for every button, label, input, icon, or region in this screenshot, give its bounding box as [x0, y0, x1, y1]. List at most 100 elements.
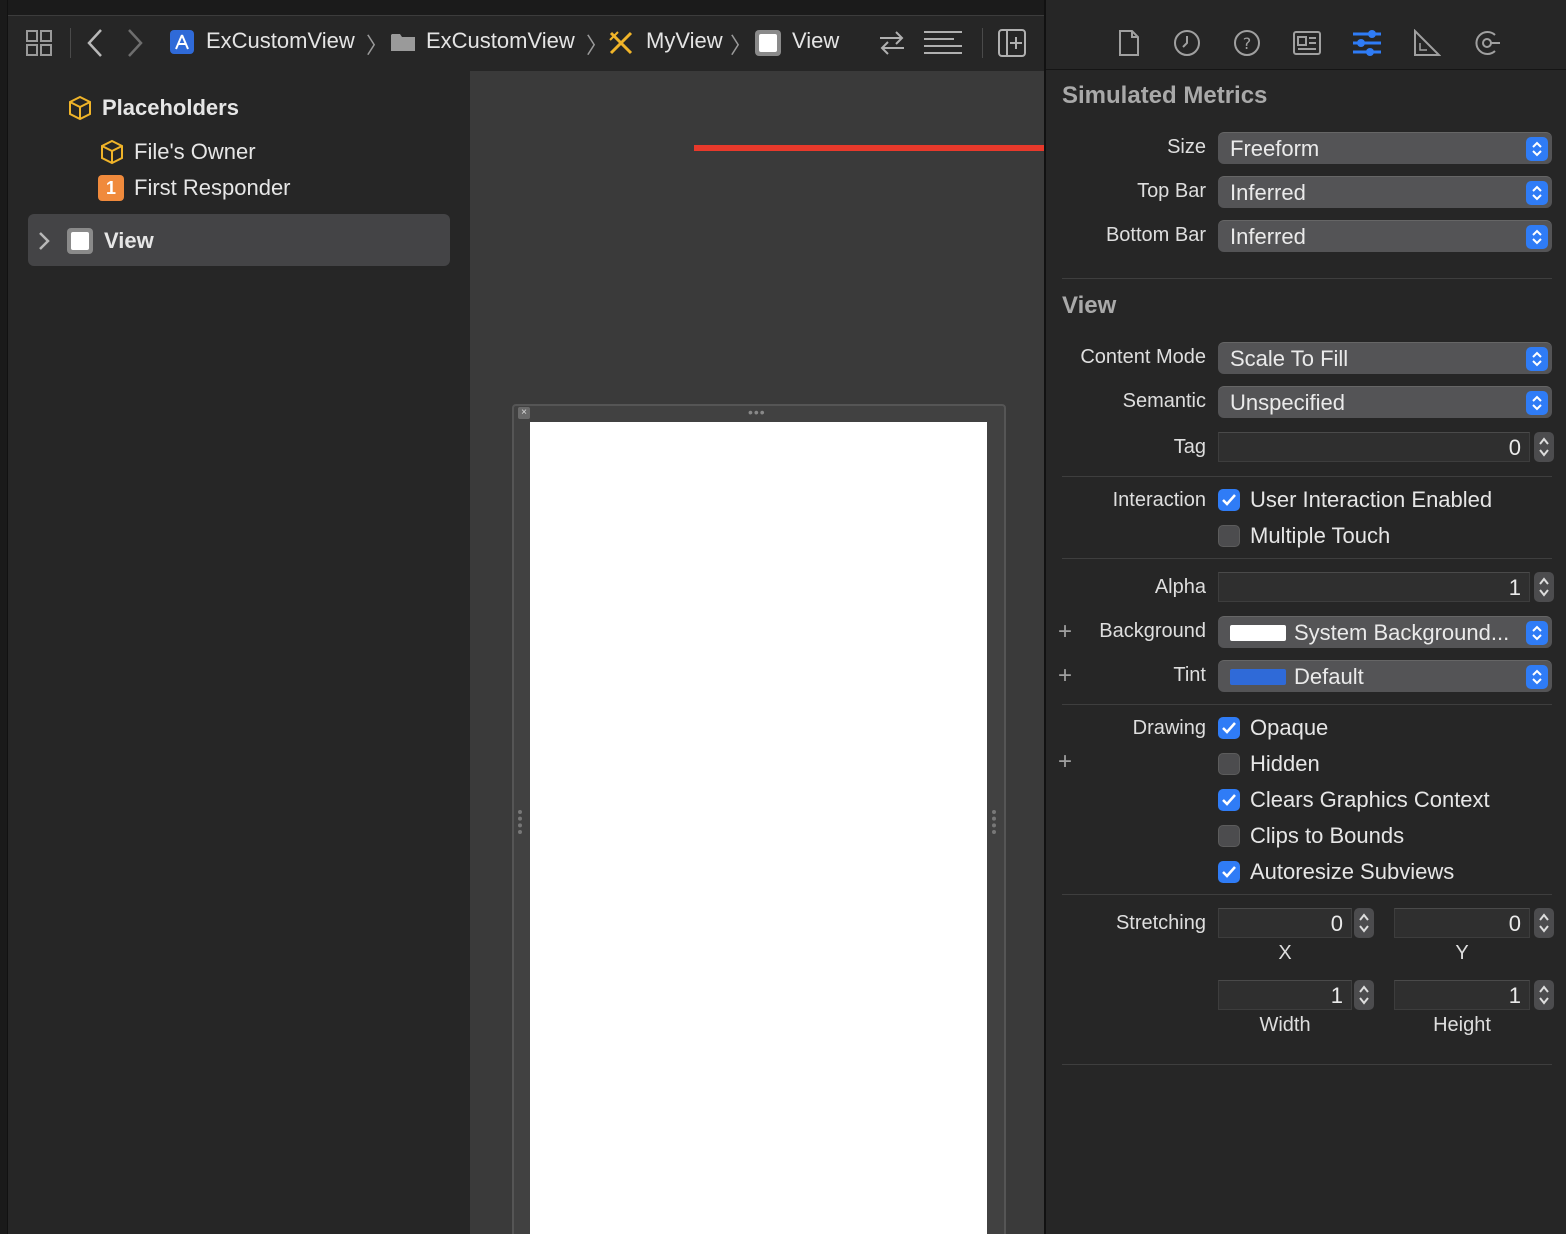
semantic-popup[interactable]: Unspecified [1218, 386, 1552, 418]
top-bar-label: Top Bar [1137, 180, 1206, 202]
stretch-height-label: Height [1433, 1014, 1491, 1036]
popup-chevron-icon [1526, 621, 1548, 645]
autoresize-checkbox[interactable] [1218, 861, 1240, 883]
breadcrumb-item-project[interactable]: ExCustomView [206, 26, 355, 56]
add-variation-icon[interactable]: + [1058, 748, 1072, 776]
stretch-width-stepper-icon[interactable] [1354, 980, 1374, 1010]
background-label: Background [1099, 620, 1206, 642]
xcode-app-icon [170, 30, 194, 54]
chevron-right-icon: 〉 [366, 33, 389, 58]
first-responder-label: First Responder [134, 175, 291, 200]
editor-top-strip [0, 0, 1044, 16]
lines-menu-icon[interactable] [924, 30, 962, 56]
add-editor-icon[interactable] [998, 29, 1026, 57]
view-icon [754, 29, 782, 57]
clips-to-bounds-checkbox[interactable] [1218, 825, 1240, 847]
breadcrumb-item-file[interactable]: MyView [646, 26, 723, 56]
opaque-checkbox[interactable] [1218, 717, 1240, 739]
content-mode-label: Content Mode [1080, 346, 1206, 368]
xib-file-icon [608, 30, 634, 56]
stretch-x-field[interactable]: 0 [1218, 908, 1352, 938]
stretch-x-value: 0 [1330, 911, 1343, 936]
attributes-inspector: ? Simulated Metrics Size Freeform Top Ba… [1044, 0, 1566, 1234]
editor-area: ExCustomView 〉 ExCustomView 〉 MyView 〉 V… [0, 0, 1154, 1234]
breadcrumb-item-view[interactable]: View [792, 26, 839, 56]
tint-popup[interactable]: Default [1218, 660, 1552, 692]
first-responder-icon: 1 [98, 175, 124, 201]
help-icon[interactable]: ? [1230, 26, 1264, 60]
resize-handle-icon[interactable] [992, 810, 996, 834]
semantic-value: Unspecified [1230, 389, 1345, 415]
stretch-x-stepper-icon[interactable] [1354, 908, 1374, 938]
background-value: System Background... [1294, 619, 1510, 645]
clears-graphics-checkbox[interactable] [1218, 789, 1240, 811]
outline-files-owner[interactable]: File's Owner [100, 139, 256, 165]
stretch-y-field[interactable]: 0 [1394, 908, 1530, 938]
tag-label: Tag [1173, 436, 1206, 458]
size-popup[interactable]: Freeform [1218, 132, 1552, 164]
popup-chevron-icon [1526, 181, 1548, 205]
bottom-bar-value: Inferred [1230, 223, 1306, 249]
grid-icon[interactable] [26, 30, 52, 56]
view-section-title: View [1062, 292, 1117, 319]
popup-chevron-icon [1526, 225, 1548, 249]
view-content[interactable] [530, 422, 987, 1234]
autoresize-label: Autoresize Subviews [1250, 859, 1455, 884]
popup-chevron-icon [1526, 391, 1548, 415]
forward-chevron-icon[interactable] [126, 28, 144, 58]
chevron-right-icon: 〉 [586, 33, 609, 58]
outline-view[interactable]: View [38, 227, 154, 255]
document-outline: Placeholders File's Owner 1 First Respon… [8, 71, 470, 1234]
bottom-bar-label: Bottom Bar [1105, 224, 1206, 246]
tag-field[interactable]: 0 [1218, 432, 1530, 462]
tint-label: Tint [1173, 664, 1206, 686]
stretch-x-label: X [1278, 942, 1292, 964]
background-popup[interactable]: System Background... [1218, 616, 1552, 648]
attributes-icon[interactable] [1350, 26, 1384, 60]
view-icon [66, 227, 94, 255]
semantic-label: Semantic [1122, 390, 1206, 412]
breadcrumb-item-group[interactable]: ExCustomView [426, 26, 575, 56]
bottom-bar-popup[interactable]: Inferred [1218, 220, 1552, 252]
tint-value: Default [1294, 663, 1364, 689]
hidden-checkbox[interactable] [1218, 753, 1240, 775]
add-variation-icon[interactable]: + [1058, 662, 1072, 690]
simulated-metrics-title: Simulated Metrics [1062, 82, 1268, 109]
stretch-height-field[interactable]: 1 [1394, 980, 1530, 1010]
connections-icon[interactable] [1470, 26, 1504, 60]
stretch-y-stepper-icon[interactable] [1534, 908, 1554, 938]
resize-handle-icon[interactable]: ••• [748, 404, 766, 420]
placeholders-label: Placeholders [102, 95, 239, 120]
swap-arrows-icon[interactable] [878, 30, 906, 56]
tag-value: 0 [1508, 435, 1521, 460]
file-inspector-icon[interactable] [1112, 26, 1146, 60]
view-label: View [104, 228, 154, 253]
alpha-field[interactable]: 1 [1218, 572, 1530, 602]
user-interaction-checkbox[interactable] [1218, 489, 1240, 511]
add-variation-icon[interactable]: + [1058, 618, 1072, 646]
clips-to-bounds-label: Clips to Bounds [1250, 823, 1405, 848]
tint-color-swatch [1230, 668, 1286, 685]
folder-icon [390, 31, 416, 53]
toolbar-divider [70, 28, 71, 58]
toolbar-divider [982, 28, 983, 58]
top-bar-popup[interactable]: Inferred [1218, 176, 1552, 208]
alpha-stepper-icon[interactable] [1534, 572, 1554, 602]
disclosure-chevron-icon[interactable] [38, 231, 50, 251]
back-chevron-icon[interactable] [86, 28, 104, 58]
content-mode-popup[interactable]: Scale To Fill [1218, 342, 1552, 374]
size-icon[interactable] [1410, 26, 1444, 60]
stretch-y-value: 0 [1508, 911, 1521, 936]
multiple-touch-checkbox[interactable] [1218, 525, 1240, 547]
tag-stepper-icon[interactable] [1534, 432, 1554, 462]
resize-handle-icon[interactable] [518, 810, 522, 834]
close-icon[interactable]: × [518, 407, 530, 419]
outline-placeholders[interactable]: Placeholders [68, 95, 239, 121]
identity-icon[interactable] [1290, 26, 1324, 60]
section-divider [1062, 558, 1552, 559]
stretch-width-field[interactable]: 1 [1218, 980, 1352, 1010]
size-label: Size [1167, 136, 1206, 158]
outline-first-responder[interactable]: 1 First Responder [98, 175, 291, 201]
history-icon[interactable] [1170, 26, 1204, 60]
stretch-height-stepper-icon[interactable] [1534, 980, 1554, 1010]
